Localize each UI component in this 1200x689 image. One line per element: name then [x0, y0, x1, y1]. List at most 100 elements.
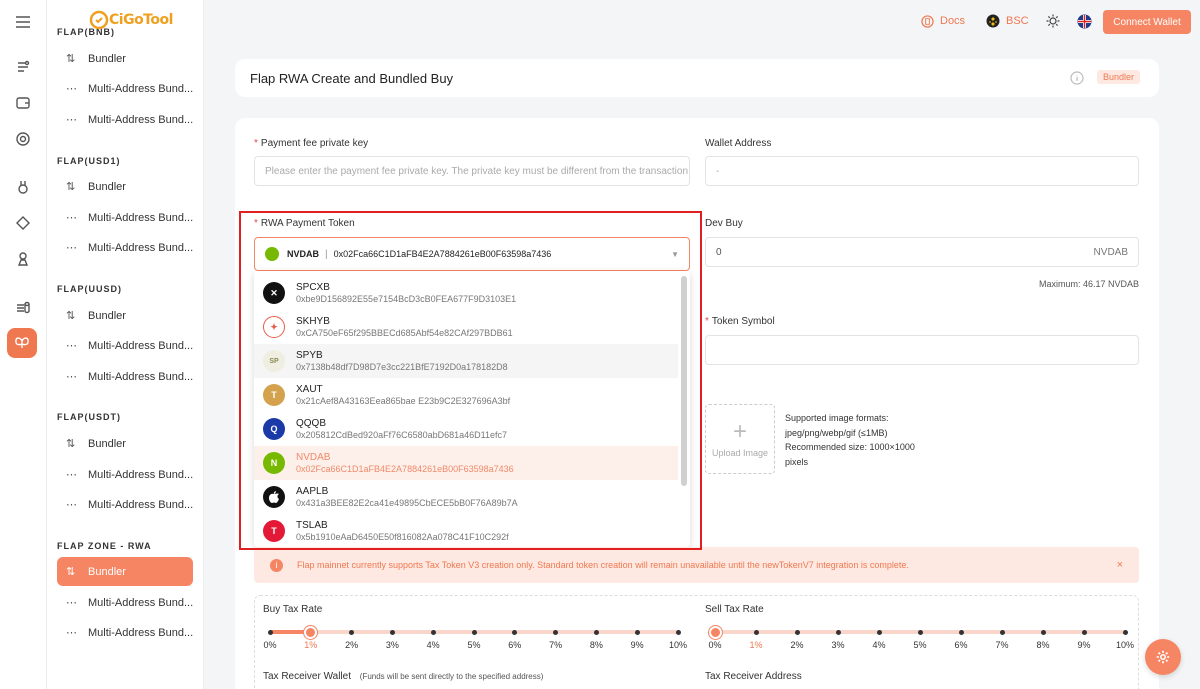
close-icon[interactable]: ×: [1117, 559, 1123, 571]
slider-tick-label: 4%: [872, 640, 886, 650]
slider-handle[interactable]: [708, 625, 722, 639]
token-symbol-input[interactable]: [705, 335, 1139, 365]
fee-key-input[interactable]: Please enter the payment fee private key…: [254, 156, 690, 186]
nav-item-flap-usd1-multi-2[interactable]: ⋯ Multi-Address Bund...: [57, 233, 193, 262]
dev-buy-input[interactable]: 0 NVDAB: [705, 237, 1139, 267]
fee-key-label: * Payment fee private key: [254, 138, 369, 149]
bundler-icon: ⇅: [66, 52, 76, 65]
token-address: 0xbe9D156892E55e7154BcD3cB0FEA677F9D3103…: [296, 293, 517, 304]
slider-tick-dot[interactable]: [349, 629, 355, 635]
slider-tick-label: 0%: [708, 640, 722, 650]
upload-image-button[interactable]: + Upload Image: [705, 404, 775, 474]
wallet-address-label: Wallet Address: [705, 138, 772, 149]
qqqb-token-icon: Q: [263, 418, 285, 440]
slider-tick-dot[interactable]: [471, 629, 477, 635]
nav-item-flap-uusd-multi-1[interactable]: ⋯ Multi-Address Bund...: [57, 331, 193, 360]
rabbit-icon[interactable]: [9, 173, 37, 201]
slider-tick-dot[interactable]: [917, 629, 923, 635]
nav-item-flap-usd1-bundler[interactable]: ⇅ Bundler: [57, 172, 193, 201]
settings-fab[interactable]: [1145, 639, 1181, 675]
slider-tick-dot[interactable]: [1122, 629, 1128, 635]
slider-tick-dot[interactable]: [835, 629, 841, 635]
token-option[interactable]: ✦ SKHYB 0xCA750eF65f295BBECd685Abf54e82CA…: [254, 310, 678, 344]
bnb-chain-icon: [986, 14, 1000, 28]
slider-tick-dot[interactable]: [267, 629, 273, 635]
slider-tick-dot[interactable]: [430, 629, 436, 635]
slider-tick-label: 4%: [426, 640, 440, 650]
bundler-badge: Bundler: [1097, 70, 1141, 84]
token-option[interactable]: SP SPYB 0x7138b48df7D98D7e3cc221BfE7192D0…: [254, 344, 678, 378]
buy-tax-label: Buy Tax Rate: [263, 604, 323, 615]
multi-address-icon: ⋯: [66, 370, 77, 383]
slider-handle[interactable]: [304, 625, 318, 639]
diamond-icon[interactable]: [9, 209, 37, 237]
slider-tick-dot[interactable]: [999, 629, 1005, 635]
slider-tick-dot[interactable]: [512, 629, 518, 635]
dev-buy-max: Maximum: 46.17 NVDAB: [1038, 279, 1139, 289]
token-symbol: AAPLB: [296, 485, 329, 497]
gear-icon: [1156, 650, 1170, 664]
target-icon[interactable]: [9, 125, 37, 153]
slider-tick-dot[interactable]: [753, 629, 759, 635]
app-logo[interactable]: CiGoTool: [89, 9, 173, 31]
nav-item-flap-usdt-bundler[interactable]: ⇅ Bundler: [57, 429, 193, 458]
nav-item-flap-bnb-bundler[interactable]: ⇅ Bundler: [57, 44, 193, 73]
nav-item-flap-usd1-multi-1[interactable]: ⋯ Multi-Address Bund...: [57, 203, 193, 232]
slider-tick-dot[interactable]: [593, 629, 599, 635]
nav-item-flap-uusd-bundler[interactable]: ⇅ Bundler: [57, 301, 193, 330]
docs-link[interactable]: Docs: [921, 11, 965, 31]
uk-flag-icon: [1077, 14, 1092, 28]
pawn-icon[interactable]: [9, 245, 37, 273]
slider-tick-dot[interactable]: [675, 629, 681, 635]
nav-item-flap-uusd-multi-2[interactable]: ⋯ Multi-Address Bund...: [57, 362, 193, 391]
spyb-token-icon: SP: [263, 350, 285, 372]
theme-toggle[interactable]: [1046, 11, 1060, 31]
token-option[interactable]: ✕ SPCXB 0xbe9D156892E55e7154BcD3cB0FEA677…: [254, 276, 678, 310]
slider-tick-label: 7%: [549, 640, 563, 650]
wallet-icon[interactable]: [9, 89, 37, 117]
rwa-token-label: * RWA Payment Token: [254, 218, 355, 229]
nav-item-flap-rwa-multi-2[interactable]: ⋯ Multi-Address Bund...: [57, 618, 193, 647]
token-option[interactable]: T XAUT 0x21cAef8A43163Eea865bae E23b9C2E3…: [254, 378, 678, 412]
apple-token-icon: [263, 486, 285, 508]
slider-tick-dot[interactable]: [634, 629, 640, 635]
language-selector[interactable]: [1077, 11, 1092, 31]
slider-tick-dot[interactable]: [1081, 629, 1087, 635]
multi-address-icon: ⋯: [66, 339, 77, 352]
tools-icon[interactable]: [9, 53, 37, 81]
nav-item-flap-usdt-multi-2[interactable]: ⋯ Multi-Address Bund...: [57, 490, 193, 519]
caret-down-icon[interactable]: ▼: [671, 250, 679, 259]
chain-selector[interactable]: BSC: [986, 11, 1029, 31]
rwa-token-select[interactable]: NVDAB | 0x02Fca66C1D1aFB4E2A7884261eB00F…: [254, 237, 690, 271]
slider-tick-dot[interactable]: [794, 629, 800, 635]
logo-text: CiGoTool: [109, 12, 173, 28]
page-title-card: Flap RWA Create and Bundled Buy Bundler: [235, 59, 1159, 97]
dropdown-scrollbar[interactable]: [681, 276, 687, 486]
slider-tick-dot[interactable]: [1040, 629, 1046, 635]
token-option-selected[interactable]: N NVDAB 0x02Fca66C1D1aFB4E2A7884261eB00F6…: [254, 446, 678, 480]
token-option[interactable]: AAPLB 0x431a3BEE82E2ca41e49895CbECE5bB0F7…: [254, 480, 678, 514]
nav-item-flap-rwa-bundler[interactable]: ⇅ Bundler: [57, 557, 193, 586]
butterfly-icon[interactable]: [7, 328, 37, 358]
slider-tick-label: 1%: [749, 640, 763, 650]
token-symbol: QQQB: [296, 417, 327, 429]
token-symbol: SPCXB: [296, 281, 330, 293]
menu-icon[interactable]: [9, 8, 37, 36]
token-option[interactable]: Q QQQB 0x205812CdBed920aFf76C6580abD681a4…: [254, 412, 678, 446]
slider-tick-dot[interactable]: [876, 629, 882, 635]
slider-tick-dot[interactable]: [958, 629, 964, 635]
info-icon[interactable]: [1070, 71, 1084, 88]
connect-wallet-button[interactable]: Connect Wallet: [1103, 10, 1191, 34]
nav-item-flap-bnb-multi-2[interactable]: ⋯ Multi-Address Bund...: [57, 105, 193, 134]
nav-item-flap-bnb-multi-1[interactable]: ⋯ Multi-Address Bund...: [57, 74, 193, 103]
nav-item-flap-rwa-multi-1[interactable]: ⋯ Multi-Address Bund...: [57, 588, 193, 617]
bundler-icon: ⇅: [66, 180, 76, 193]
upload-label: Upload Image: [711, 448, 769, 458]
slider-tick-dot[interactable]: [553, 629, 559, 635]
token-option[interactable]: T TSLAB 0x5b1910eAaD6450E50f816082Aa078C4…: [254, 514, 678, 547]
nav-item-flap-usdt-multi-1[interactable]: ⋯ Multi-Address Bund...: [57, 460, 193, 489]
info-alert: i Flap mainnet currently supports Tax To…: [254, 547, 1139, 583]
slider-tick-dot[interactable]: [389, 629, 395, 635]
skhyb-token-icon: ✦: [263, 316, 285, 338]
coins-icon[interactable]: [9, 293, 37, 321]
